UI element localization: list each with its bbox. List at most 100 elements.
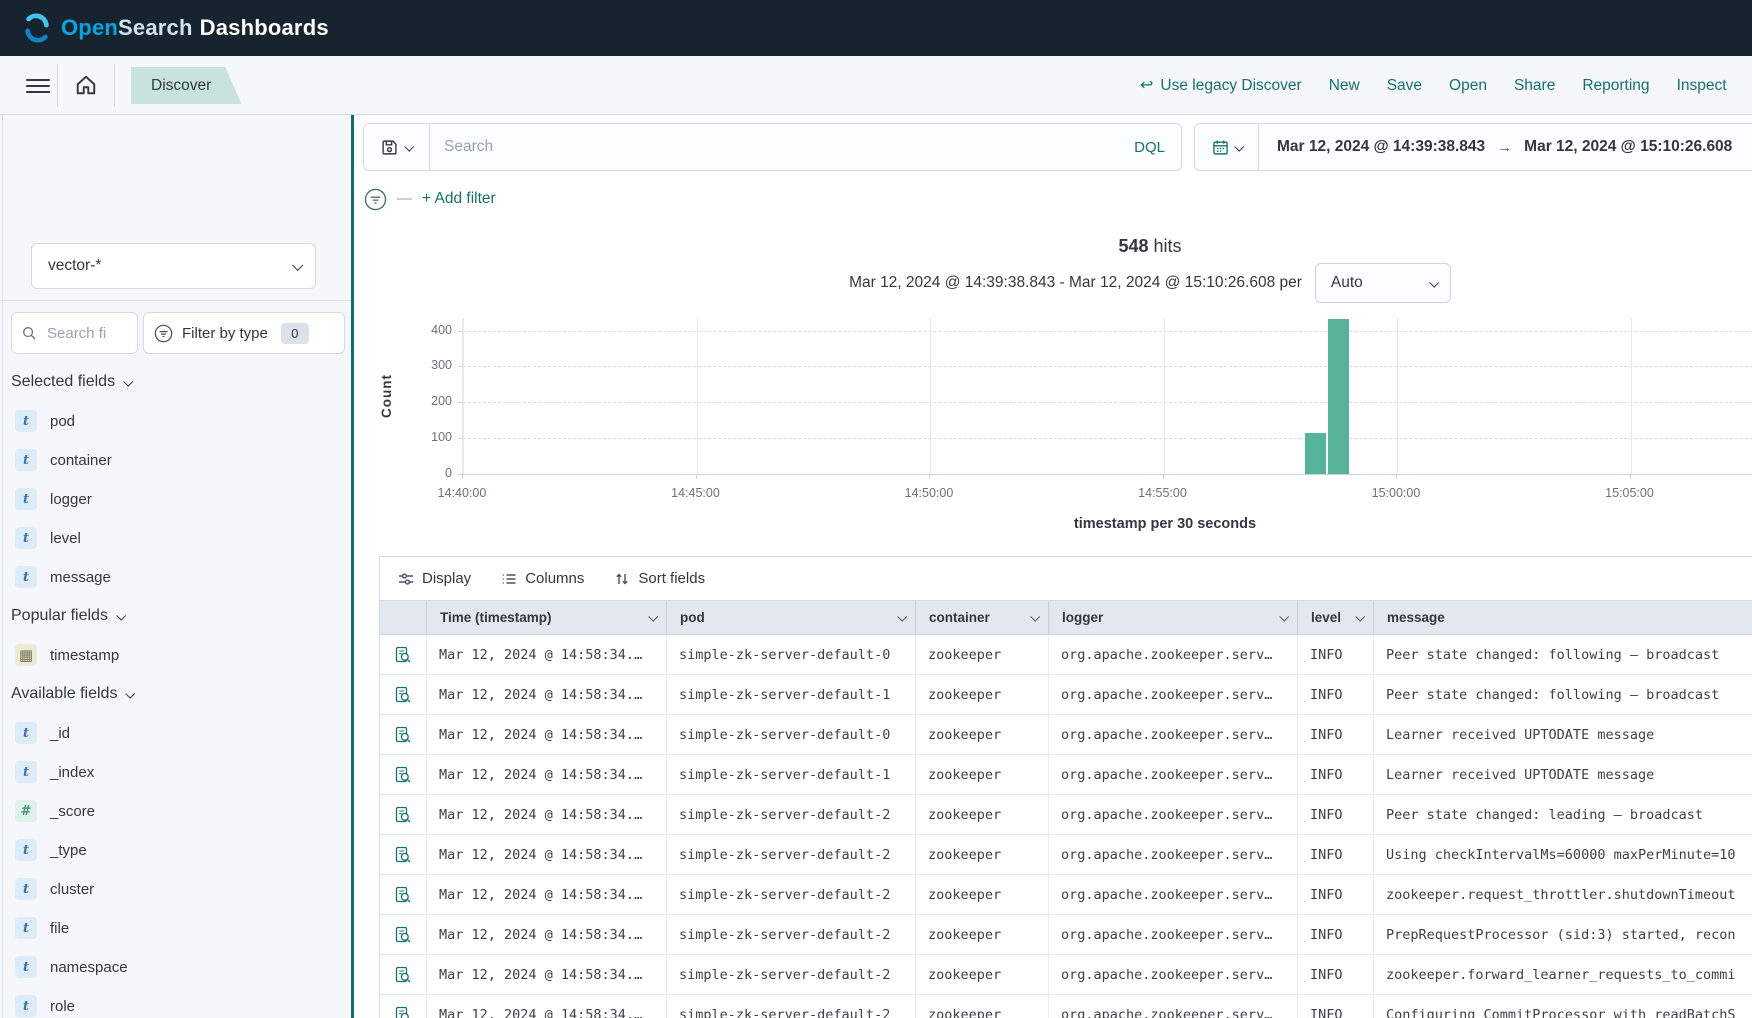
use-legacy-discover-link[interactable]: ↩Use legacy Discover (1140, 77, 1302, 95)
menu-button[interactable] (26, 75, 50, 95)
field-type-badge: t (15, 878, 37, 900)
document-magnify-icon (394, 846, 412, 864)
expand-document-button[interactable] (392, 684, 414, 706)
field-item[interactable]: tcontainer (11, 445, 347, 475)
field-item[interactable]: t_id (11, 718, 347, 748)
opensearch-logo[interactable]: OpenSearchDashboards (22, 13, 329, 43)
column-header-pod[interactable]: pod (667, 601, 916, 634)
field-item[interactable]: #_score (11, 796, 347, 826)
cell-time: Mar 12, 2024 @ 14:58:34.… (427, 755, 667, 794)
columns-button[interactable]: Columns (501, 570, 584, 587)
calendar-icon (1212, 139, 1229, 156)
expand-document-button[interactable] (392, 844, 414, 866)
column-header-logger[interactable]: logger (1049, 601, 1298, 634)
cell-message: zookeeper.request_throttler.shutdownTime… (1374, 875, 1752, 914)
histogram-bar[interactable] (1328, 319, 1349, 474)
column-header-time[interactable]: Time (timestamp) (427, 601, 667, 634)
index-pattern-select[interactable]: vector-* (31, 243, 316, 289)
column-header-level[interactable]: level (1298, 601, 1374, 634)
expand-document-button[interactable] (392, 1004, 414, 1018)
x-axis-title: timestamp per 30 seconds (355, 516, 1752, 532)
date-range[interactable]: Mar 12, 2024 @ 14:39:38.843 → Mar 12, 20… (1259, 124, 1750, 170)
x-axis-tick (462, 474, 463, 479)
document-magnify-icon (394, 926, 412, 944)
save-link[interactable]: Save (1387, 77, 1422, 95)
field-sections: Selected fields tpod tcontainer tlogger tle… (11, 367, 347, 1018)
cell-container: zookeeper (916, 675, 1049, 714)
field-search-box (11, 312, 138, 354)
expand-document-button[interactable] (392, 764, 414, 786)
sidebar-resize-divider[interactable] (351, 115, 354, 1018)
interval-select[interactable]: Auto (1315, 263, 1451, 303)
expand-document-button[interactable] (392, 964, 414, 986)
selected-fields-header[interactable]: Selected fields (11, 367, 347, 397)
cell-logger: org.apache.zookeeper.serv… (1049, 955, 1298, 994)
y-axis-tick-label: 300 (355, 358, 452, 372)
field-item[interactable]: t_index (11, 757, 347, 787)
table-row: Mar 12, 2024 @ 14:58:34.… simple-zk-serv… (380, 795, 1752, 835)
field-controls: Filter by type 0 (11, 312, 345, 354)
query-input[interactable] (430, 124, 1118, 170)
x-axis-tick-label: 14:55:00 (1118, 486, 1208, 500)
discover-main: DQL Mar 12, 2024 @ 14:39:38.843 → Mar 12… (355, 115, 1752, 1018)
inspect-link[interactable]: Inspect (1677, 77, 1727, 95)
share-link[interactable]: Share (1514, 77, 1555, 95)
expand-document-button[interactable] (392, 804, 414, 826)
open-link[interactable]: Open (1449, 77, 1487, 95)
hits-label: hits (1154, 236, 1182, 256)
field-item[interactable]: tlevel (11, 523, 347, 553)
breadcrumb[interactable]: Discover (131, 67, 241, 104)
new-link[interactable]: New (1329, 77, 1360, 95)
cell-logger: org.apache.zookeeper.serv… (1049, 915, 1298, 954)
field-item[interactable]: ▦timestamp (11, 640, 347, 670)
filter-circle-icon[interactable] (364, 188, 387, 211)
search-icon (22, 325, 37, 342)
query-language-button[interactable]: DQL (1118, 124, 1181, 170)
field-search-input[interactable] (45, 324, 129, 343)
query-bar: DQL Mar 12, 2024 @ 14:39:38.843 → Mar 12… (363, 123, 1752, 171)
y-axis-tick (458, 438, 463, 439)
results-panel: Display Columns Sort fields Time (timest… (379, 556, 1752, 1018)
field-item[interactable]: tmessage (11, 562, 347, 592)
field-item[interactable]: tlogger (11, 484, 347, 514)
expand-document-button[interactable] (392, 724, 414, 746)
table-row: Mar 12, 2024 @ 14:58:34.… simple-zk-serv… (380, 635, 1752, 675)
field-item[interactable]: tfile (11, 913, 347, 943)
field-item[interactable]: tnamespace (11, 952, 347, 982)
cell-time: Mar 12, 2024 @ 14:58:34.… (427, 675, 667, 714)
field-type-badge: t (15, 722, 37, 744)
cell-logger: org.apache.zookeeper.serv… (1049, 795, 1298, 834)
date-quick-select-button[interactable] (1195, 124, 1259, 170)
cell-container: zookeeper (916, 875, 1049, 914)
x-axis-tick-label: 14:40:00 (417, 486, 507, 500)
reporting-link[interactable]: Reporting (1582, 77, 1649, 95)
cell-container: zookeeper (916, 955, 1049, 994)
chevron-down-icon (1030, 612, 1040, 622)
filter-by-type-button[interactable]: Filter by type 0 (143, 312, 345, 354)
field-item[interactable]: tpod (11, 406, 347, 436)
opensearch-dashboards-discover: OpenSearchDashboards Discover ↩Use legac… (0, 0, 1752, 1018)
chart-gridline (463, 331, 1752, 332)
add-filter-link[interactable]: + Add filter (422, 190, 496, 208)
y-axis-tick (458, 331, 463, 332)
expand-document-button[interactable] (392, 884, 414, 906)
cell-message: Configuring CommitProcessor with readBat… (1374, 995, 1752, 1018)
display-button[interactable]: Display (398, 570, 471, 587)
expand-document-button[interactable] (392, 644, 414, 666)
cell-message: Learner received UPTODATE message (1374, 715, 1752, 754)
available-fields-header[interactable]: Available fields (11, 679, 347, 709)
field-item[interactable]: t_type (11, 835, 347, 865)
popular-fields-header[interactable]: Popular fields (11, 601, 347, 631)
field-item[interactable]: trole (11, 991, 347, 1018)
sort-fields-button[interactable]: Sort fields (614, 570, 705, 587)
saved-query-button[interactable] (364, 124, 430, 170)
field-item[interactable]: tcluster (11, 874, 347, 904)
histogram-bar[interactable] (1305, 433, 1326, 474)
home-button[interactable] (74, 72, 100, 98)
expand-document-button[interactable] (392, 924, 414, 946)
nav-actions: ↩Use legacy Discover New Save Open Share… (1140, 56, 1727, 115)
x-axis-tick-label: 15:05:00 (1585, 486, 1675, 500)
hits-range: Mar 12, 2024 @ 14:39:38.843 - Mar 12, 20… (849, 274, 1302, 292)
column-header-container[interactable]: container (916, 601, 1049, 634)
chevron-down-icon (1279, 612, 1289, 622)
